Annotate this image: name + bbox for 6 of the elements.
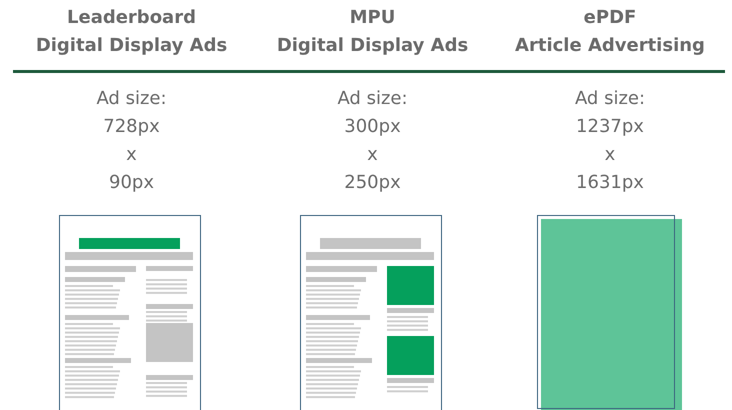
ad-size-text: Ad size: 1237px x 1631px	[574, 87, 646, 195]
column-heading: ePDF Article Advertising	[515, 6, 705, 58]
column-heading: MPU Digital Display Ads	[276, 6, 468, 58]
ad-size-text: Ad size: 728px x 90px	[96, 87, 167, 195]
ad-size-text: Ad size: 300px x 250px	[337, 87, 408, 195]
column-heading: Leaderboard Digital Display Ads	[36, 6, 228, 58]
